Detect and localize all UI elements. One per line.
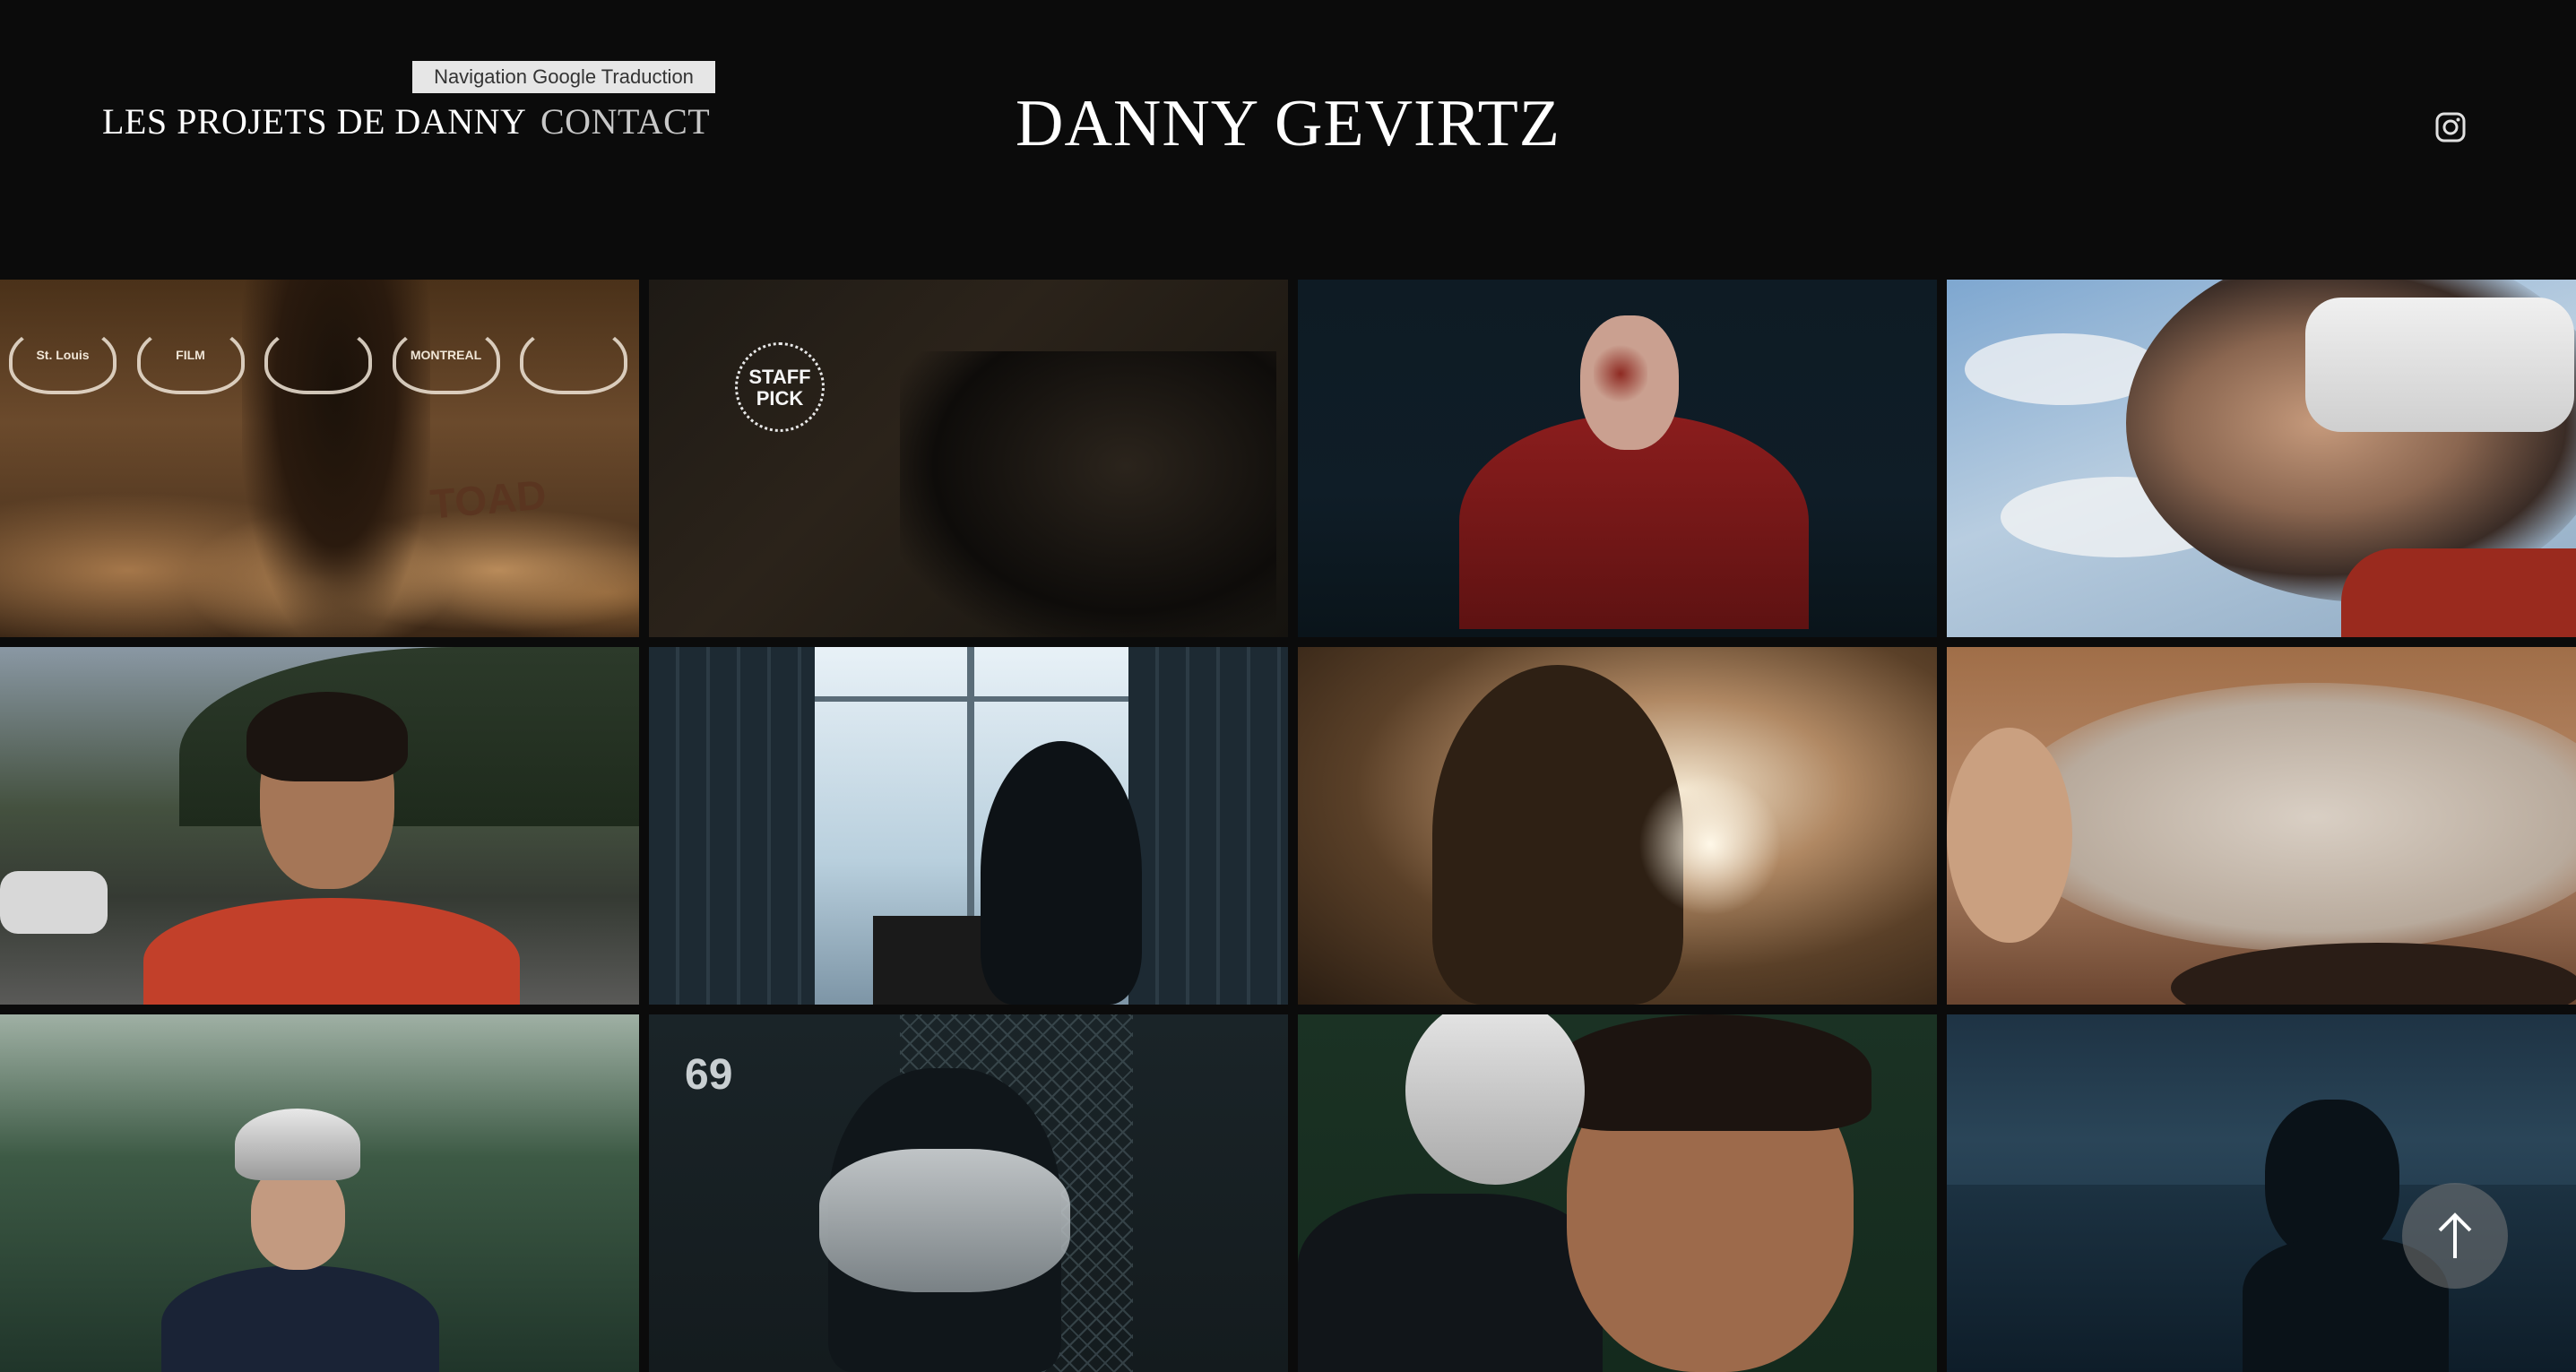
project-tile[interactable]: [649, 647, 1288, 1005]
body-paint-text: TOAD: [428, 470, 549, 528]
tile-image-detail: [1549, 1014, 1871, 1131]
tile-image-detail: [1638, 772, 1782, 916]
laurel-badge: MONTREAL: [392, 324, 500, 394]
tile-image-detail: [143, 898, 520, 1005]
project-tile[interactable]: [1947, 280, 2576, 637]
tile-image: [161, 1265, 439, 1372]
laurel-badge: [520, 324, 627, 394]
project-tile[interactable]: [1947, 647, 2576, 1005]
tile-image-detail: [1594, 342, 1647, 405]
scroll-to-top-button[interactable]: [2402, 1183, 2508, 1289]
tile-image: [2001, 683, 2576, 952]
tile-image-detail: [246, 692, 408, 781]
tile-image-detail: [2305, 298, 2574, 432]
tile-image-detail: [1128, 647, 1288, 1005]
staff-pick-badge: STAFF PICK: [735, 342, 825, 432]
project-tile[interactable]: [0, 647, 639, 1005]
tile-image-detail: [649, 647, 815, 1005]
project-tile[interactable]: [1298, 1014, 1937, 1372]
festival-laurels: St. Louis FILM MONTREAL: [9, 324, 627, 394]
tile-image-detail: [2171, 943, 2576, 1005]
laurel-badge: [264, 324, 372, 394]
project-tile[interactable]: [1298, 280, 1937, 637]
project-tile[interactable]: St. Louis FILM MONTREAL TOAD: [0, 280, 639, 637]
project-tile[interactable]: 69: [649, 1014, 1288, 1372]
tile-image-detail: [0, 871, 108, 934]
tile-image-detail: [2341, 548, 2576, 637]
site-title[interactable]: DANNY GEVIRTZ: [0, 86, 2576, 162]
project-tile[interactable]: STAFF PICK: [649, 280, 1288, 637]
arrow-up-icon: [2438, 1212, 2472, 1258]
instagram-icon[interactable]: [2434, 111, 2467, 143]
tile-image-detail: [1947, 728, 2072, 943]
project-gallery: St. Louis FILM MONTREAL TOAD STAFF PICK: [0, 280, 2576, 1372]
project-tile[interactable]: [0, 1014, 639, 1372]
laurel-badge: St. Louis: [9, 324, 117, 394]
laurel-badge: FILM: [136, 324, 245, 394]
tile-image-detail: [981, 741, 1142, 1005]
tile-image-detail: [235, 1109, 360, 1180]
tile-image-detail: [810, 696, 1133, 702]
jersey-number: 69: [685, 1051, 733, 1099]
tile-image-detail: [2265, 1100, 2399, 1261]
tile-image-detail: [1405, 1014, 1585, 1185]
tile-image: [1298, 1194, 1603, 1372]
site-header: LES PROJETS DE DANNY Navigation Google T…: [0, 0, 2576, 280]
project-tile[interactable]: [1298, 647, 1937, 1005]
tile-image: [900, 351, 1276, 637]
tile-image-detail: [819, 1149, 1070, 1292]
